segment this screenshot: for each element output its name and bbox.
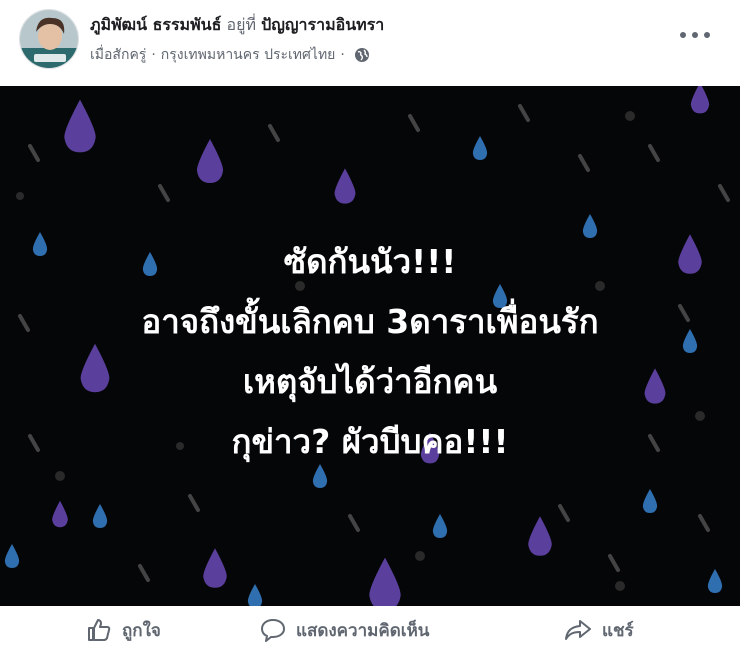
share-label: แชร์ <box>602 620 634 641</box>
post-actions-bar: ถูกใจ แสดงความคิดเห็น แชร์ <box>0 606 740 654</box>
author-line: ภูมิพัฒน์ ธรรมพันธ์ อยู่ที่ ปัญญารามอินท… <box>90 13 384 38</box>
post-header: ภูมิพัฒน์ ธรรมพันธ์ อยู่ที่ ปัญญารามอินท… <box>0 0 740 86</box>
headline-line: ซัดกันนัว!!! <box>283 242 457 281</box>
post-meta: เมื่อสักครู่ · กรุงเทพมหานคร ประเทศไทย · <box>90 44 370 66</box>
image-headline: ซัดกันนัว!!! อาจถึงขั้นเลิกคบ 3ดาราเพื่อ… <box>0 232 740 472</box>
more-dot <box>704 32 710 38</box>
share-button[interactable]: แชร์ <box>564 606 634 654</box>
meta-separator: · <box>340 47 345 63</box>
post-location[interactable]: กรุงเทพมหานคร ประเทศไทย <box>161 44 336 66</box>
post-image[interactable]: ซัดกันนัว!!! อาจถึงขั้นเลิกคบ 3ดาราเพื่อ… <box>0 86 740 606</box>
post-time[interactable]: เมื่อสักครู่ <box>90 44 146 66</box>
more-dot <box>692 32 698 38</box>
place-name[interactable]: ปัญญารามอินทรา <box>261 15 384 34</box>
like-button[interactable]: ถูกใจ <box>86 606 161 654</box>
comment-icon <box>261 619 285 642</box>
meta-separator: · <box>151 47 156 63</box>
globe-icon[interactable] <box>354 47 370 63</box>
author-avatar[interactable] <box>19 9 79 69</box>
more-options-icon[interactable] <box>680 25 710 45</box>
headline-line: กุข่าว? ผัวบีบคอ!!! <box>231 422 509 461</box>
comment-button[interactable]: แสดงความคิดเห็น <box>260 606 429 654</box>
like-label: ถูกใจ <box>122 620 161 641</box>
at-label: อยู่ที่ <box>226 15 256 34</box>
headline-line: เหตุจับได้ว่าอีกคน <box>242 362 498 401</box>
more-dot <box>680 32 686 38</box>
author-name[interactable]: ภูมิพัฒน์ ธรรมพันธ์ <box>90 15 221 34</box>
thumbs-up-icon <box>88 619 111 641</box>
share-icon <box>565 620 591 640</box>
headline-line: อาจถึงขั้นเลิกคบ 3ดาราเพื่อนรัก <box>141 302 599 341</box>
comment-label: แสดงความคิดเห็น <box>296 620 430 641</box>
